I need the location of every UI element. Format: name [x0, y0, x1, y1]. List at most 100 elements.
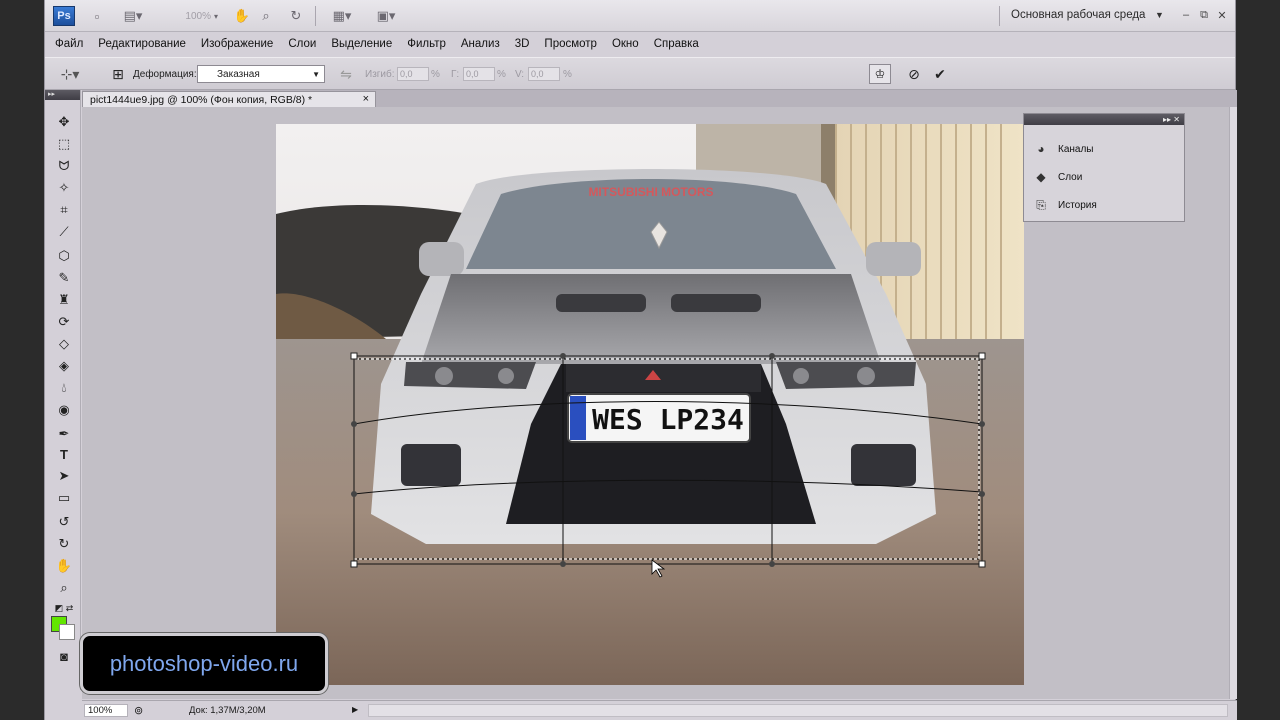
crop-tool-icon[interactable]: ⌗ [53, 200, 75, 220]
bend-field[interactable]: 0,0 [397, 67, 429, 81]
background-color-swatch[interactable] [59, 624, 75, 640]
dodge-tool-icon[interactable]: ◉ [53, 400, 75, 420]
watermark-badge: photoshop-video.ru [80, 633, 328, 694]
blur-tool-icon[interactable]: 💧︎ [53, 378, 75, 398]
restore-icon[interactable]: ⧉ [1197, 8, 1211, 22]
percent-label: % [431, 69, 440, 80]
menu-analysis[interactable]: Анализ [461, 38, 500, 50]
photoshop-window: Ps ▫ ▤▾ 100% ▾ ✋ ⌕ ↻ ▦▾ ▣▾ Основная рабо… [44, 0, 1237, 720]
status-info-icon[interactable]: ⊚ [134, 704, 143, 717]
toolbox-collapse-icon[interactable]: ▸▸ [45, 90, 80, 100]
status-zoom-field[interactable]: 100% [84, 704, 128, 717]
zoom-tool-icon[interactable]: ⌕ [257, 8, 275, 24]
warp-label: Деформация: [133, 69, 197, 80]
warp-style-select[interactable]: Заказная ▼ [197, 65, 325, 83]
minimize-icon[interactable]: – [1179, 8, 1193, 22]
close-icon[interactable]: × [363, 93, 369, 105]
toolbox: ▸▸ ✥ ⬚ ᗢ ✧ ⌗ ⟋ ⬡ ✎ ♜ ⟳ ◇ ◈ 💧︎ ◉ ✒ T ➤ ▭ … [45, 90, 81, 690]
hand-tool-icon[interactable]: ✋ [53, 556, 75, 576]
quick-mask-icon[interactable]: ◙ [53, 646, 75, 666]
eyedropper-tool-icon[interactable]: ⟋ [53, 222, 75, 242]
cancel-transform-icon[interactable]: ⊘ [903, 64, 925, 84]
menu-window[interactable]: Окно [612, 38, 639, 50]
move-tool-icon[interactable]: ✥ [53, 112, 75, 132]
zoom-level-display[interactable]: 100% [167, 8, 211, 24]
horizontal-scrollbar[interactable] [368, 704, 1228, 717]
watermark-text: photoshop-video.ru [109, 650, 299, 676]
history-brush-tool-icon[interactable]: ⟳ [53, 312, 75, 332]
zoom-dropdown-arrow-icon[interactable]: ▾ [211, 8, 221, 24]
screen-mode-icon[interactable]: ▣▾ [371, 8, 401, 24]
bridge-icon[interactable]: ▫ [89, 8, 105, 24]
status-bar: 100% ⊚ Док: 1,37M/3,20M ▶ [82, 700, 1237, 720]
brush-tool-icon[interactable]: ✎ [53, 268, 75, 288]
zoom-tool-icon[interactable]: ⌕ [53, 578, 75, 598]
shape-tool-icon[interactable]: ▭ [53, 488, 75, 508]
percent-label: % [497, 69, 506, 80]
horizontal-label: Г: [451, 69, 460, 80]
eraser-tool-icon[interactable]: ◇ [53, 334, 75, 354]
channels-icon: ◕ [1037, 142, 1045, 156]
vertical-label: V: [515, 69, 525, 80]
marquee-tool-icon[interactable]: ⬚ [53, 134, 75, 154]
menu-filter[interactable]: Фильтр [407, 38, 446, 50]
separator [315, 6, 316, 26]
3d-rotate-tool-icon[interactable]: ↺ [53, 512, 75, 532]
layers-icon: ◆ [1036, 170, 1046, 184]
pen-tool-icon[interactable]: ✒ [53, 424, 75, 444]
panel-item-history[interactable]: ⎘ История [1032, 196, 1097, 214]
menu-select[interactable]: Выделение [331, 38, 392, 50]
close-icon[interactable]: ✕ [1215, 8, 1229, 22]
healing-brush-tool-icon[interactable]: ⬡ [53, 246, 75, 266]
panel-item-label: История [1058, 199, 1097, 211]
panel-dock: ▸▸ ✕ ◕ Каналы ◆ Слои ⎘ История [1023, 113, 1185, 222]
document-tab-strip: pict1444ue9.jpg @ 100% (Фон копия, RGB/8… [82, 90, 1237, 107]
view-extras-icon[interactable]: ▤▾ [119, 8, 147, 24]
vertical-scrollbar[interactable] [1229, 107, 1237, 699]
menu-help[interactable]: Справка [654, 38, 699, 50]
panel-item-layers[interactable]: ◆ Слои [1032, 168, 1082, 186]
separator [999, 6, 1000, 26]
chevron-down-icon: ▼ [312, 70, 320, 79]
status-doc-size: Док: 1,37M/3,20M [189, 705, 266, 716]
bend-label: Изгиб: [365, 69, 395, 80]
warp-grid-icon: ⊞ [112, 65, 124, 82]
clone-stamp-tool-icon[interactable]: ♜ [53, 290, 75, 310]
toggle-warp-mode-icon[interactable]: ♔ [869, 64, 891, 84]
lasso-tool-icon[interactable]: ᗢ [53, 156, 75, 176]
document-image[interactable]: MITSUBISHI MOTORS WES LP234 [276, 124, 1024, 685]
document-tab[interactable]: pict1444ue9.jpg @ 100% (Фон копия, RGB/8… [82, 91, 376, 107]
magic-wand-tool-icon[interactable]: ✧ [53, 178, 75, 198]
menu-file[interactable]: Файл [55, 38, 83, 50]
menu-image[interactable]: Изображение [201, 38, 273, 50]
hand-tool-icon[interactable]: ✋ [233, 8, 251, 24]
type-tool-icon[interactable]: T [53, 444, 75, 464]
options-bar: ⊹▾ ⊞ Деформация: Заказная ▼ ⇋ Изгиб: 0,0… [45, 57, 1235, 90]
status-menu-arrow-icon[interactable]: ▶ [352, 705, 358, 714]
menu-view[interactable]: Просмотр [544, 38, 597, 50]
menu-layer[interactable]: Слои [288, 38, 316, 50]
change-orientation-icon[interactable]: ⇋ [335, 64, 357, 84]
workspace-dropdown-icon[interactable]: ▼ [1155, 10, 1164, 20]
commit-transform-icon[interactable]: ✔ [929, 64, 951, 84]
workspace-switcher[interactable]: Основная рабочая среда [1011, 9, 1145, 21]
arrange-documents-icon[interactable]: ▦▾ [327, 8, 357, 24]
application-bar: Ps ▫ ▤▾ 100% ▾ ✋ ⌕ ↻ ▦▾ ▣▾ Основная рабо… [45, 0, 1235, 32]
panel-item-channels[interactable]: ◕ Каналы [1032, 140, 1093, 158]
tool-preset-icon[interactable]: ⊹▾ [59, 64, 81, 84]
warp-style-value: Заказная [217, 69, 260, 80]
horizontal-distortion-field[interactable]: 0,0 [463, 67, 495, 81]
panel-dock-header[interactable]: ▸▸ ✕ [1024, 114, 1184, 125]
photoshop-logo: Ps [53, 6, 75, 26]
license-plate-text: WES LP234 [592, 403, 744, 436]
menu-3d[interactable]: 3D [515, 38, 530, 50]
path-selection-tool-icon[interactable]: ➤ [53, 466, 75, 486]
paint-bucket-tool-icon[interactable]: ◈ [53, 356, 75, 376]
vertical-distortion-field[interactable]: 0,0 [528, 67, 560, 81]
panel-item-label: Слои [1058, 171, 1083, 183]
default-colors-icon[interactable]: ◩ ⇄ [53, 598, 75, 618]
rotate-view-icon[interactable]: ↻ [287, 8, 305, 24]
3d-orbit-tool-icon[interactable]: ↻ [53, 534, 75, 554]
menu-edit[interactable]: Редактирование [98, 38, 186, 50]
document-tab-title: pict1444ue9.jpg @ 100% (Фон копия, RGB/8… [90, 94, 313, 106]
